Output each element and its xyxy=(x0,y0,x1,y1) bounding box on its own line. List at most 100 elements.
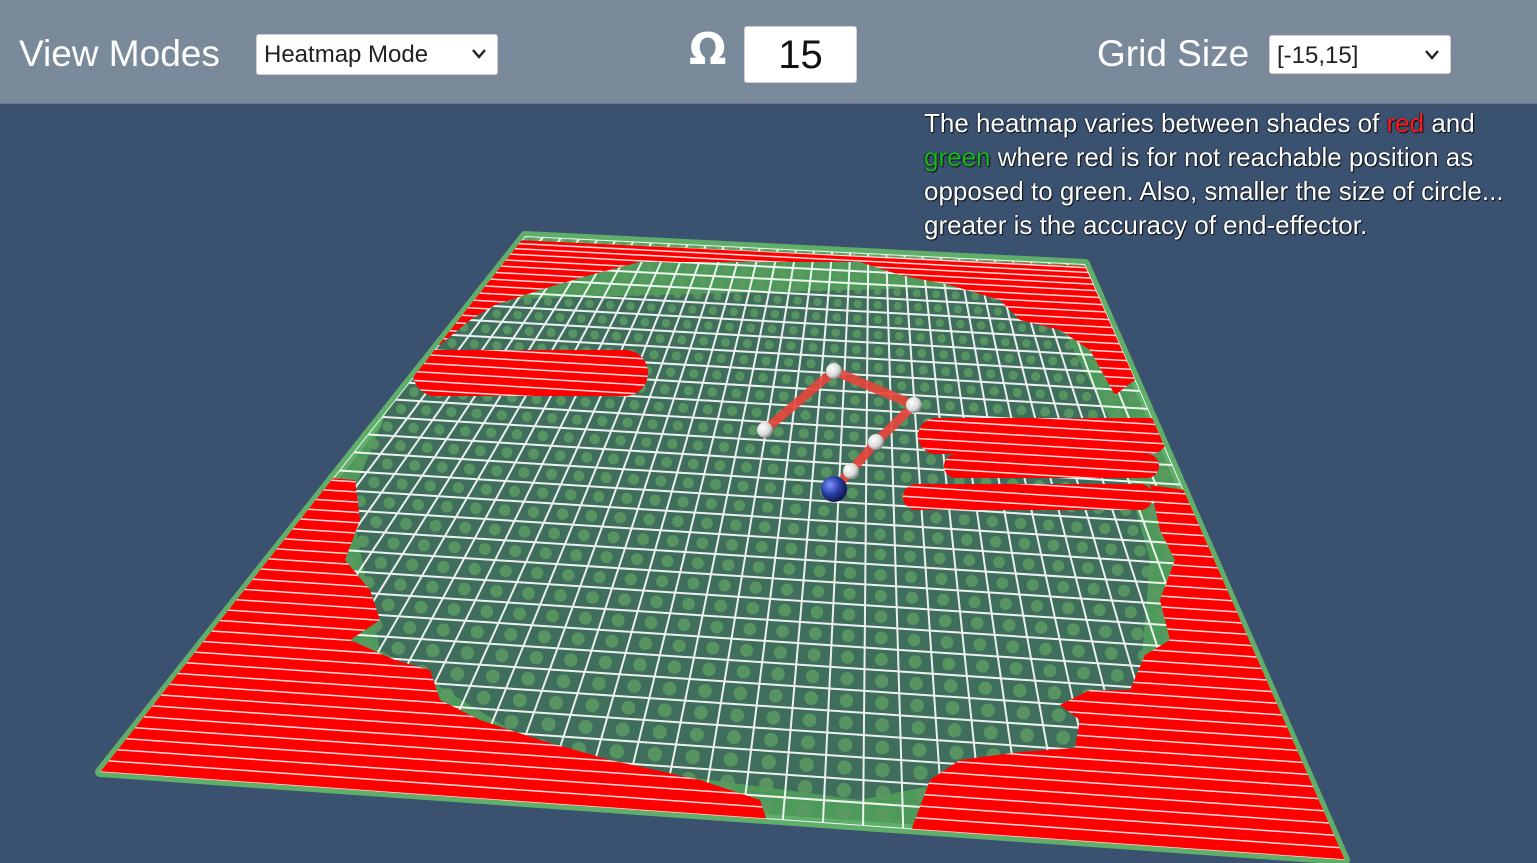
accuracy-dot xyxy=(894,331,904,341)
accuracy-dot xyxy=(920,382,930,392)
accuracy-dot xyxy=(1099,625,1112,638)
accuracy-dot xyxy=(953,305,963,314)
accuracy-dot xyxy=(759,268,768,277)
accuracy-dot xyxy=(838,715,853,730)
accuracy-dot xyxy=(996,576,1009,589)
accuracy-dot xyxy=(1124,606,1137,619)
accuracy-dot xyxy=(1118,584,1131,597)
accuracy-dot xyxy=(504,714,519,729)
grid-size-dropdown[interactable]: [-15,15] xyxy=(1269,35,1451,74)
accuracy-dot xyxy=(739,355,749,365)
accuracy-dot xyxy=(611,613,625,627)
accuracy-dot xyxy=(522,587,535,600)
accuracy-dot xyxy=(1012,387,1022,398)
accuracy-dot xyxy=(655,334,665,344)
view-mode-dropdown[interactable]: Heatmap Mode xyxy=(256,34,498,75)
accuracy-dot xyxy=(904,571,917,584)
accuracy-dot xyxy=(590,330,600,340)
accuracy-dot xyxy=(1070,357,1080,367)
accuracy-dot xyxy=(598,655,613,670)
accuracy-dot xyxy=(997,322,1006,331)
accuracy-dot xyxy=(513,310,522,320)
accuracy-dot xyxy=(543,297,553,306)
accuracy-dot xyxy=(643,513,655,526)
accuracy-dot xyxy=(498,504,511,517)
accuracy-dot xyxy=(421,405,432,416)
omega-input[interactable]: 15 xyxy=(744,26,857,83)
accuracy-dot xyxy=(406,558,419,571)
accuracy-dot xyxy=(508,485,521,497)
info-text-part1: The heatmap varies between shades of xyxy=(924,108,1387,138)
accuracy-dot xyxy=(661,555,674,568)
accuracy-dot xyxy=(804,691,818,706)
accuracy-dot xyxy=(448,443,460,455)
accuracy-dot xyxy=(893,288,902,297)
accuracy-dot xyxy=(770,445,782,456)
accuracy-dot xyxy=(1014,517,1027,529)
accuracy-dot xyxy=(545,468,557,480)
accuracy-dot xyxy=(615,722,630,737)
accuracy-dot xyxy=(521,672,535,686)
accuracy-dot xyxy=(854,286,863,295)
accuracy-dot xyxy=(476,690,491,705)
accuracy-dot xyxy=(1072,644,1085,658)
accuracy-dot xyxy=(518,525,531,538)
accuracy-dot xyxy=(480,605,494,618)
accuracy-dot xyxy=(1022,558,1035,571)
accuracy-dot xyxy=(481,324,491,334)
accuracy-dot xyxy=(578,720,593,735)
accuracy-dot xyxy=(844,567,857,580)
accuracy-dot xyxy=(933,552,946,565)
accuracy-dot xyxy=(875,762,890,778)
accuracy-dot xyxy=(1018,537,1031,550)
accuracy-dot xyxy=(491,465,503,477)
accuracy-dot xyxy=(478,543,491,556)
arm-joint-1[interactable] xyxy=(843,463,859,479)
accuracy-dot xyxy=(848,431,860,442)
accuracy-dot xyxy=(650,595,663,609)
accuracy-dot xyxy=(907,633,921,647)
accuracy-dot xyxy=(874,569,887,582)
accuracy-dot xyxy=(585,299,594,309)
accuracy-dot xyxy=(357,535,370,548)
accuracy-dot xyxy=(853,299,862,309)
accuracy-dot xyxy=(844,546,857,559)
accuracy-dot xyxy=(937,334,946,343)
arm-end-effector[interactable] xyxy=(757,422,773,438)
accuracy-dot xyxy=(999,597,1012,611)
accuracy-dot xyxy=(1043,664,1057,678)
arm-base[interactable] xyxy=(821,476,847,502)
accuracy-dot xyxy=(749,581,762,594)
accuracy-dot xyxy=(354,456,366,468)
accuracy-dot xyxy=(1040,406,1051,417)
accuracy-dot xyxy=(1128,394,1138,404)
arm-joint-4[interactable] xyxy=(826,363,842,379)
accuracy-dot xyxy=(474,445,486,457)
accuracy-dot xyxy=(799,757,814,773)
arm-joint-2[interactable] xyxy=(868,434,884,450)
accuracy-dot xyxy=(555,395,566,406)
app-window: View Modes Heatmap Mode Ω 15 Grid Size [… xyxy=(0,0,1537,863)
arm-joint-3[interactable] xyxy=(906,397,922,413)
accuracy-dot xyxy=(639,274,648,283)
accuracy-dot xyxy=(781,374,791,384)
accuracy-dot xyxy=(836,782,852,798)
accuracy-dot xyxy=(784,357,794,367)
accuracy-dot xyxy=(1026,578,1039,591)
accuracy-dot xyxy=(874,489,886,501)
accuracy-dot xyxy=(689,368,699,379)
accuracy-dot xyxy=(649,494,661,506)
accuracy-dot xyxy=(753,294,762,303)
accuracy-dot xyxy=(1043,340,1052,349)
accuracy-dot xyxy=(621,492,633,505)
accuracy-dot xyxy=(634,455,646,467)
accuracy-dot xyxy=(721,337,731,347)
accuracy-dot xyxy=(1034,621,1048,634)
accuracy-dot xyxy=(613,286,622,296)
accuracy-dot xyxy=(826,394,837,404)
accuracy-dot xyxy=(425,580,439,594)
accuracy-dot xyxy=(600,551,613,564)
accuracy-dot xyxy=(943,383,953,394)
accuracy-dot xyxy=(761,356,771,366)
accuracy-dot xyxy=(913,765,928,780)
